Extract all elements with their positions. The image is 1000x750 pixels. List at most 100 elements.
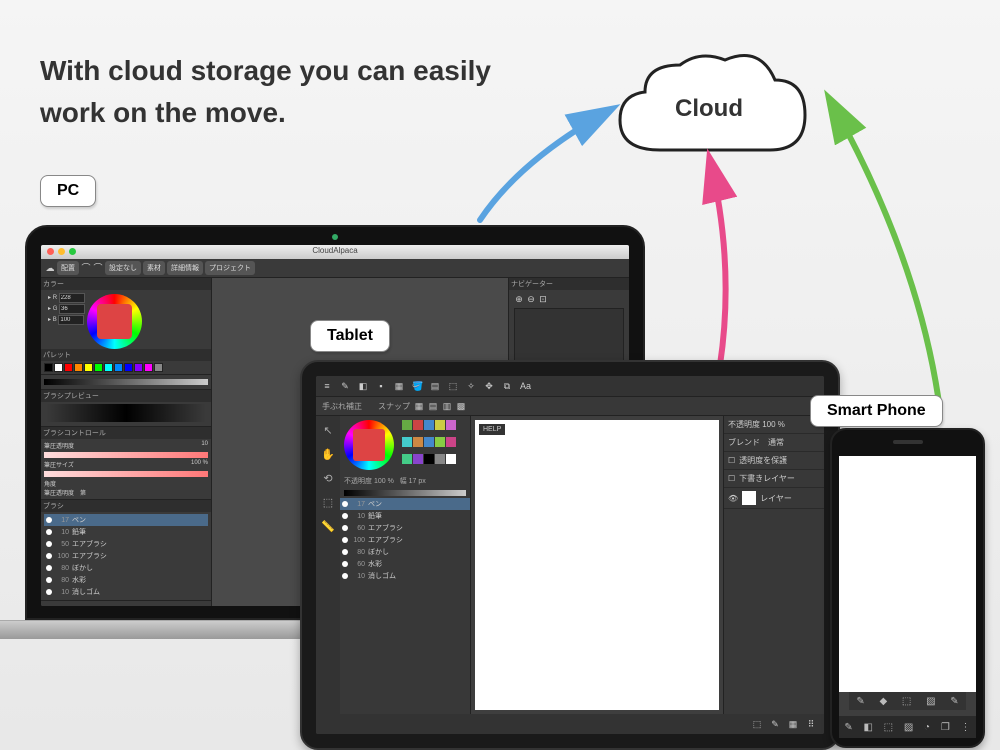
pal-swatch[interactable] [424, 420, 434, 430]
p-menu-icon[interactable]: ⋮ [961, 722, 971, 733]
more-icon[interactable]: ▦ [788, 719, 798, 729]
p-drop-icon[interactable]: ◔ [924, 722, 930, 733]
curve-icon[interactable]: ⌒ [81, 263, 91, 273]
brush-item[interactable]: 60エアブラシ [340, 522, 470, 534]
correction-label[interactable]: 手ぶれ補正 [322, 401, 362, 412]
lock-icon[interactable]: ⬚ [321, 496, 335, 510]
fit-icon[interactable]: ⊡ [538, 294, 548, 304]
brush-item[interactable]: 17ペン [340, 498, 470, 510]
bucket-icon[interactable]: 🪣 [412, 381, 422, 391]
brush-item[interactable]: 10消しゴム [340, 570, 470, 582]
zoom-out-icon[interactable]: ⊖ [526, 294, 536, 304]
p-erase2-icon[interactable]: ◧ [863, 722, 872, 733]
p-fill-icon[interactable]: ▨ [926, 696, 935, 707]
layers-icon[interactable]: ✎ [770, 719, 780, 729]
pal-swatch[interactable] [435, 420, 445, 430]
brush-item[interactable]: 10消しゴム [44, 586, 208, 598]
tablet-color-wheel[interactable] [344, 420, 394, 470]
dot-icon[interactable]: ▪ [376, 381, 386, 391]
p-rect-icon[interactable]: ⬚ [884, 722, 893, 733]
fill-icon[interactable]: ▦ [394, 381, 404, 391]
p-pen-icon[interactable]: ✎ [844, 722, 852, 733]
swatch[interactable] [154, 363, 163, 372]
move-icon[interactable]: ✥ [484, 381, 494, 391]
pal-swatch[interactable] [424, 437, 434, 447]
brush-item[interactable]: 60水彩 [340, 558, 470, 570]
opacity-row[interactable]: 不透明度 100 % [724, 416, 824, 434]
swatch[interactable] [74, 363, 83, 372]
draft-row[interactable]: ☐ 下書きレイヤー [724, 470, 824, 488]
menu-icon[interactable]: ≡ [322, 381, 332, 391]
undo-icon[interactable]: ⬚ [752, 719, 762, 729]
blend-row[interactable]: ブレンド 通常 [724, 434, 824, 452]
grid4-icon[interactable]: ▩ [456, 401, 466, 411]
b-input[interactable] [58, 315, 84, 325]
hand-icon[interactable]: ✋ [321, 448, 335, 462]
grid-icon[interactable]: ▦ [414, 401, 424, 411]
p-shade-icon[interactable]: ▨ [904, 722, 913, 733]
crop-icon[interactable]: ⧉ [502, 381, 512, 391]
pal-swatch[interactable] [446, 420, 456, 430]
curve2-icon[interactable]: ⌒ [93, 263, 103, 273]
swatch[interactable] [144, 363, 153, 372]
pal-swatch[interactable] [413, 437, 423, 447]
protect-row[interactable]: ☐ 透明度を保護 [724, 452, 824, 470]
apps-icon[interactable]: ⠿ [806, 719, 816, 729]
swatch[interactable] [44, 363, 53, 372]
brush-item[interactable]: 50エアブラシ [44, 538, 208, 550]
pal-swatch[interactable] [435, 437, 445, 447]
layer-row[interactable]: 👁 レイヤー [724, 488, 824, 509]
grid2-icon[interactable]: ▤ [428, 401, 438, 411]
brush-item[interactable]: 100エアブラシ [44, 550, 208, 562]
swatch[interactable] [54, 363, 63, 372]
opacity-slider[interactable] [44, 452, 208, 458]
traffic-lights[interactable] [47, 248, 76, 255]
pal-swatch[interactable] [446, 454, 456, 464]
r-input[interactable] [59, 293, 85, 303]
rotate-icon[interactable]: ⟲ [321, 472, 335, 486]
pal-swatch[interactable] [413, 454, 423, 464]
pal-swatch[interactable] [435, 454, 445, 464]
info-button[interactable]: 詳細情報 [167, 261, 203, 275]
project-button[interactable]: プロジェクト [205, 261, 255, 275]
swatch[interactable] [124, 363, 133, 372]
pointer-icon[interactable]: ↖ [321, 424, 335, 438]
tablet-canvas[interactable]: HELP [475, 420, 719, 710]
p-bucket-icon[interactable]: ✎ [950, 696, 958, 707]
arrange-button[interactable]: 配置 [57, 261, 79, 275]
select-icon[interactable]: ⬚ [448, 381, 458, 391]
swatch[interactable] [84, 363, 93, 372]
grid3-icon[interactable]: ▥ [442, 401, 452, 411]
swatch[interactable] [64, 363, 73, 372]
swatch[interactable] [104, 363, 113, 372]
swatch[interactable] [114, 363, 123, 372]
p-eraser-icon[interactable]: ◆ [879, 696, 887, 707]
pal-swatch[interactable] [402, 437, 412, 447]
p-brush-icon[interactable]: ✎ [856, 696, 864, 707]
g-input[interactable] [59, 304, 85, 314]
p-layers2-icon[interactable]: ❐ [941, 722, 950, 733]
color-wheel[interactable] [87, 294, 142, 349]
p-select-icon[interactable]: ⬚ [902, 696, 911, 707]
tablet-slider[interactable] [344, 490, 466, 496]
text-icon[interactable]: Aa [520, 381, 530, 391]
size-slider[interactable] [44, 471, 208, 477]
gray-slider[interactable] [44, 379, 208, 385]
setting-button[interactable]: 設定なし [105, 261, 141, 275]
brush-item[interactable]: 10鉛筆 [44, 526, 208, 538]
swatches[interactable] [44, 363, 208, 372]
brush-item[interactable]: 80ぼかし [340, 546, 470, 558]
brush-icon[interactable]: ✎ [340, 381, 350, 391]
wand-icon[interactable]: ✧ [466, 381, 476, 391]
eraser-icon[interactable]: ◧ [358, 381, 368, 391]
snap-label[interactable]: スナップ [378, 401, 410, 412]
swatch[interactable] [94, 363, 103, 372]
gradient-icon[interactable]: ▤ [430, 381, 440, 391]
pal-swatch[interactable] [402, 420, 412, 430]
pal-swatch[interactable] [402, 454, 412, 464]
cloud-icon[interactable]: ☁ [45, 263, 55, 273]
ruler-icon[interactable]: 📏 [321, 520, 335, 534]
material-button[interactable]: 素材 [143, 261, 165, 275]
phone-canvas[interactable] [839, 456, 976, 692]
brush-item[interactable]: 80水彩 [44, 574, 208, 586]
